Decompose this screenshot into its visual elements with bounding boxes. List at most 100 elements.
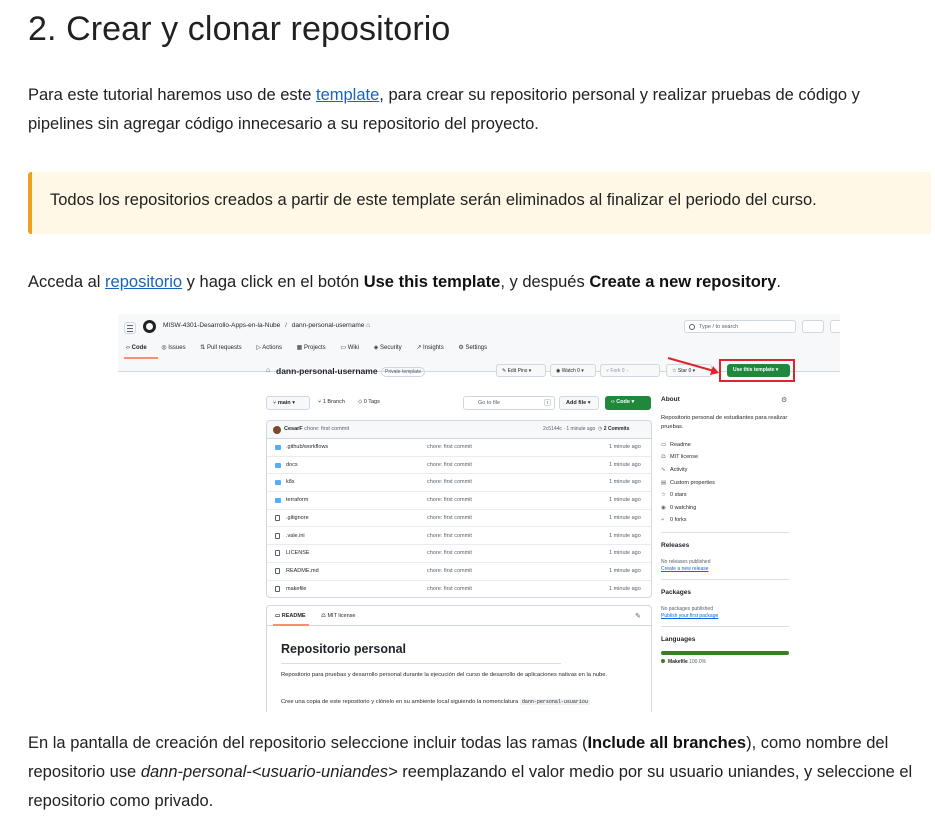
file-commit-message: chore: first commit (427, 514, 472, 521)
file-commit-message: chore: first commit (427, 479, 472, 486)
file-name: makefile (286, 585, 307, 592)
readme-tab-underline (273, 624, 309, 626)
branch-selector: ⑂ main ▾ (266, 396, 310, 410)
file-icon (275, 532, 280, 539)
warning-text: Todos los repositorios creados a partir … (50, 191, 817, 209)
tag-count: ◇ 0 Tags (358, 399, 380, 405)
github-logo-icon (143, 320, 156, 333)
about-description: Repositorio personal de estudiantes para… (661, 415, 788, 430)
file-commit-time: 1 minute ago (609, 550, 641, 557)
template-link[interactable]: template (316, 86, 379, 104)
file-commit-time: 1 minute ago (609, 532, 641, 539)
file-icon (275, 514, 280, 521)
file-commit-time: 1 minute ago (609, 514, 641, 521)
intro-text: Para este tutorial haremos uso de este (28, 86, 316, 104)
tab-settings: ⚙ Settings (458, 345, 488, 351)
table-row: .gitignore chore: first commit 1 minute ag… (267, 510, 651, 528)
file-commit-time: 1 minute ago (609, 497, 641, 504)
repo-tabs: ‹› Code ◎ Issues ⇅ Pull requests ▷ Actio… (126, 344, 500, 351)
tab-issues: ◎ Issues (161, 345, 186, 351)
about-custom-properties: ▤ Custom properties (661, 480, 715, 486)
tab-license: ⚖ MIT license (321, 613, 356, 619)
create-repo-label: Create a new repository (589, 273, 777, 291)
file-commit-message: chore: first commit (427, 585, 472, 592)
sidebar-divider (661, 579, 789, 580)
folder-icon (275, 480, 281, 486)
folder-icon (275, 498, 281, 504)
intro-paragraph: Para este tutorial haremos uso de este t… (28, 81, 928, 139)
readme-panel: ▭ README ⚖ MIT license ✎ Repositorio per… (266, 605, 652, 712)
tab-readme: ▭ README (275, 613, 306, 619)
readme-divider (281, 663, 561, 664)
file-commit-message: chore: first commit (427, 497, 472, 504)
gear-icon: ⚙ (781, 397, 788, 404)
file-name: .gitignore (286, 514, 309, 521)
commit-meta: 2c5144c · 1 minute ago ◷ 2 Commits (543, 426, 630, 432)
red-arrow-icon (667, 357, 719, 375)
lock-icon: ⌂ (366, 322, 371, 329)
file-name: k8s (286, 479, 295, 486)
tab-security: ◈ Security (373, 345, 402, 351)
breadcrumb-repo: dann-personal-username (291, 322, 365, 329)
go-to-file-input: Go to file t (463, 396, 555, 410)
table-row: .github/workflows chore: first commit 1 mi… (267, 439, 651, 457)
breadcrumb-separator: / (285, 322, 287, 329)
step-text-3: , y después (500, 273, 590, 291)
repo-name-pattern: dann-personal-<usuario-uniandes> (140, 763, 398, 781)
file-name: LICENSE (286, 550, 310, 557)
issues-icon (830, 320, 840, 333)
table-row: LICENSE chore: first commit 1 minute ago (267, 545, 651, 563)
include-branches-label: Include all branches (587, 734, 747, 752)
warning-admonition: Todos los repositorios creados a partir … (28, 172, 931, 234)
tab-wiki: ▭ Wiki (340, 345, 360, 351)
file-commit-message: chore: first commit (427, 567, 472, 574)
file-list: CesarF chore: first commit 2c5144c · 1 m… (266, 420, 652, 598)
table-row: README.md chore: first commit 1 minute ago (267, 563, 651, 581)
releases-none: No releases published (661, 559, 711, 565)
table-row: docs chore: first commit 1 minute ago (267, 457, 651, 475)
file-name: .github/workflows (286, 444, 329, 450)
breadcrumb: MISW-4301-Desarrollo-Apps-en-la-Nube / d… (163, 322, 370, 329)
file-commit-time: 1 minute ago (609, 585, 641, 592)
step-text-4: . (776, 273, 781, 291)
repo-name: dann-personal-username (276, 366, 378, 376)
file-name: terraform (286, 497, 309, 504)
file-name: docs (286, 461, 298, 468)
file-commit-time: 1 minute ago (609, 479, 641, 486)
file-commit-time: 1 minute ago (609, 461, 641, 468)
file-icon (275, 567, 280, 574)
file-icon (275, 585, 280, 592)
file-commit-message: chore: first commit (427, 532, 472, 539)
readme-paragraph-1: Repositorio para pruebas y desarrollo pe… (281, 672, 608, 678)
sidebar-divider (661, 532, 789, 533)
create-menu-icon (802, 320, 824, 333)
tab-pull-requests: ⇅ Pull requests (200, 345, 242, 351)
file-icon (275, 550, 280, 557)
use-template-label: Use this template (363, 273, 501, 291)
watch-button: ◉ Watch 0 ▾ (550, 364, 596, 377)
final-text: En la pantalla de creación del repositor… (28, 734, 588, 752)
commit-author: CesarF (284, 426, 303, 432)
folder-icon (275, 445, 281, 450)
branch-toolbar: ⑂ main ▾ ⑂ 1 Branch ◇ 0 Tags Go to file t… (266, 396, 651, 410)
releases-title: Releases (661, 542, 690, 549)
page-heading: 2. Crear y clonar repositorio (28, 10, 451, 48)
branch-count: ⑂ 1 Branch (318, 399, 345, 405)
table-row: k8s chore: first commit 1 minute ago (267, 474, 651, 493)
table-row: terraform chore: first commit 1 minute ago (267, 492, 651, 510)
fork-button: ⑂ Fork 0 ▾ (600, 364, 660, 377)
table-row: makefile chore: first commit 1 minute ago (267, 581, 651, 597)
breadcrumb-org: MISW-4301-Desarrollo-Apps-en-la-Nube (163, 322, 281, 329)
languages-title: Languages (661, 636, 696, 643)
create-release-link: Create a new release (661, 566, 709, 572)
visibility-badge: Private template (381, 367, 426, 377)
repository-link[interactable]: repositorio (105, 273, 182, 291)
file-commit-message: chore: first commit (427, 550, 472, 557)
file-name: README.md (286, 567, 319, 574)
publish-package-link: Publish your first package (661, 613, 719, 619)
about-watching: ◉ 0 watching (661, 505, 697, 511)
code-button: ‹› Code ▾ (605, 396, 651, 410)
file-commit-message: chore: first commit (427, 461, 472, 468)
step-paragraph: Acceda al repositorio y haga click en el… (28, 268, 928, 297)
highlight-box (719, 359, 795, 382)
